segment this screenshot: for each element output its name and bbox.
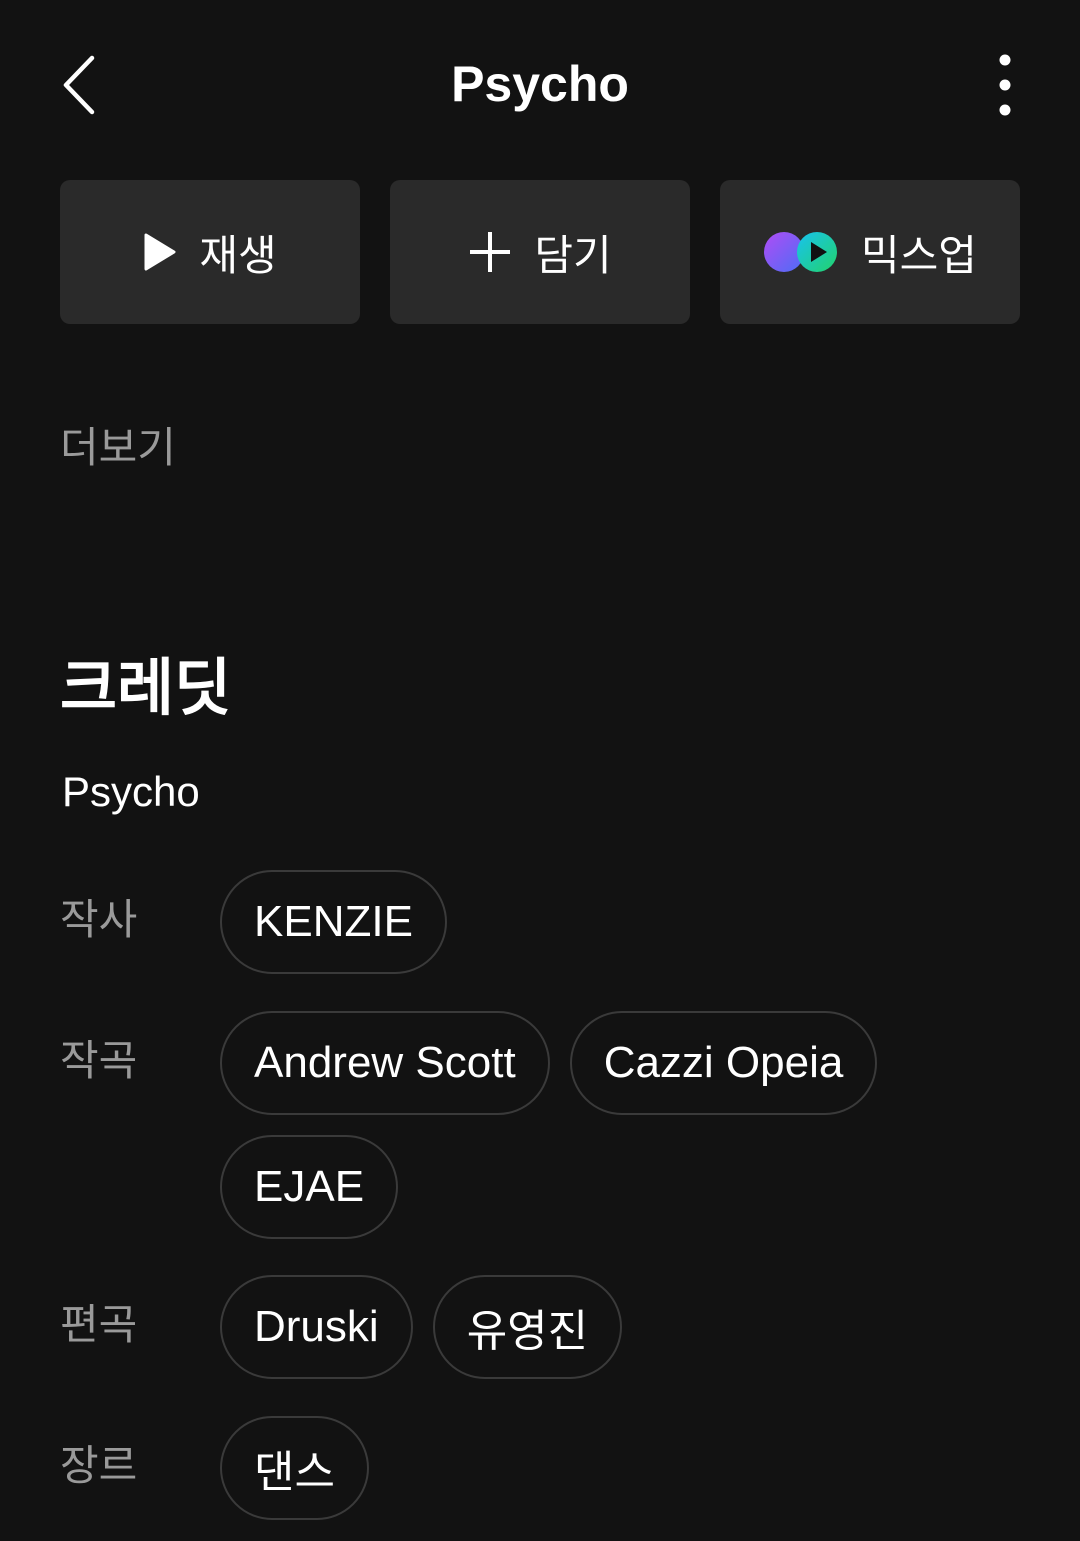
mixup-label: 믹스업 xyxy=(861,230,977,280)
credits-heading: 크레딧 xyxy=(60,651,232,724)
more-options-button[interactable] xyxy=(975,45,1035,125)
action-buttons: 재생 담기 믹스업 xyxy=(60,180,1020,324)
plus-icon xyxy=(468,230,512,274)
arranger-chips: Druski 유영진 xyxy=(220,1275,1020,1379)
credit-label-genre: 장르 xyxy=(60,1441,138,1490)
artist-chip[interactable]: KENZIE xyxy=(220,870,447,974)
composer-chips: Andrew Scott Cazzi Opeia EJAE xyxy=(220,1011,1020,1239)
back-button[interactable] xyxy=(40,40,120,130)
lyricist-chips: KENZIE xyxy=(220,870,1020,974)
mixup-button[interactable]: 믹스업 xyxy=(720,180,1020,324)
genre-chip[interactable]: 댄스 xyxy=(220,1416,369,1520)
chevron-left-icon xyxy=(63,55,95,115)
play-label: 재생 xyxy=(199,230,277,280)
add-to-playlist-button[interactable]: 담기 xyxy=(390,180,690,324)
artist-chip[interactable]: Druski xyxy=(220,1275,413,1379)
play-button[interactable]: 재생 xyxy=(60,180,360,324)
credit-label-arranger: 편곡 xyxy=(60,1300,138,1349)
page-title: Psycho xyxy=(451,56,629,112)
artist-chip[interactable]: Andrew Scott xyxy=(220,1011,550,1115)
more-vertical-icon xyxy=(999,54,1011,116)
top-app-bar: Psycho xyxy=(0,0,1080,168)
genre-chips: 댄스 xyxy=(220,1416,1020,1520)
play-icon xyxy=(143,232,177,272)
add-label: 담기 xyxy=(534,230,612,280)
credits-song-name: Psycho xyxy=(62,768,200,815)
credit-label-composer: 작곡 xyxy=(60,1036,138,1085)
mixup-icon xyxy=(763,230,839,274)
artist-chip[interactable]: Cazzi Opeia xyxy=(569,1011,878,1115)
artist-chip[interactable]: 유영진 xyxy=(432,1275,623,1379)
show-more-link[interactable]: 더보기 xyxy=(60,420,176,476)
credit-label-lyricist: 작사 xyxy=(60,895,138,944)
artist-chip[interactable]: EJAE xyxy=(220,1135,399,1239)
